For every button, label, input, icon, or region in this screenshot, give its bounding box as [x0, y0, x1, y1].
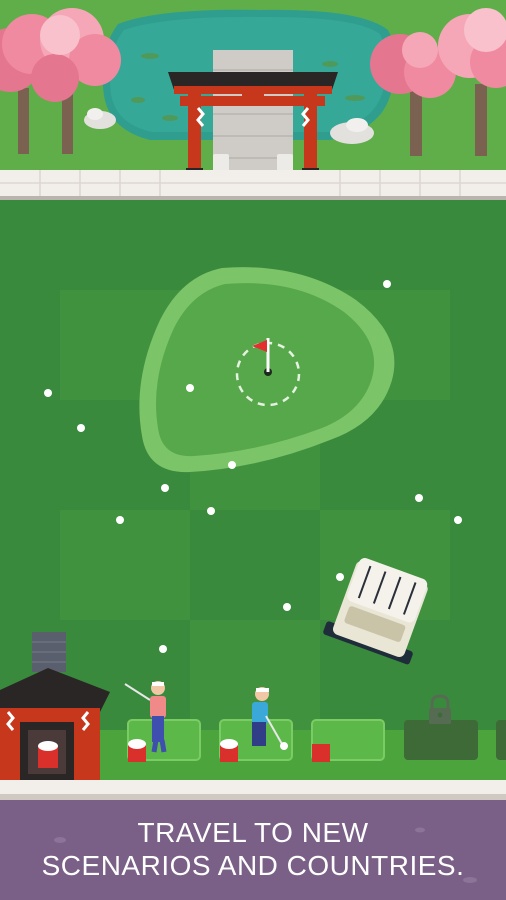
golf-ball: [44, 389, 52, 397]
promo-caption: TRAVEL TO NEW SCENARIOS AND COUNTRIES.: [0, 810, 506, 900]
promo-line-1: TRAVEL TO NEW: [137, 817, 369, 848]
golf-ball: [454, 516, 462, 524]
game-scene: TRAVEL TO NEW SCENARIOS AND COUNTRIES.: [0, 0, 506, 900]
shrine-area: [0, 0, 506, 200]
tee-mat-locked-1[interactable]: [404, 720, 478, 760]
promo-line-2: SCENARIOS AND COUNTRIES.: [41, 850, 465, 881]
bottom-walkway: [0, 780, 506, 794]
ball-bucket-2: [220, 739, 238, 762]
golf-ball: [283, 603, 291, 611]
ball-bucket-3: [312, 744, 330, 762]
golf-ball: [336, 573, 344, 581]
scene-svg: [0, 0, 506, 900]
golf-ball: [186, 384, 194, 392]
walkway-edge: [0, 196, 506, 200]
golf-ball: [415, 494, 423, 502]
golf-ball: [383, 280, 391, 288]
tee-mat-locked-2[interactable]: [496, 720, 506, 760]
golf-ball: [161, 484, 169, 492]
driving-range: [0, 200, 506, 730]
golf-ball: [207, 507, 215, 515]
ball-bucket-1: [128, 739, 146, 762]
golf-ball: [116, 516, 124, 524]
golf-ball: [159, 645, 167, 653]
golf-ball: [77, 424, 85, 432]
golf-ball: [228, 461, 236, 469]
